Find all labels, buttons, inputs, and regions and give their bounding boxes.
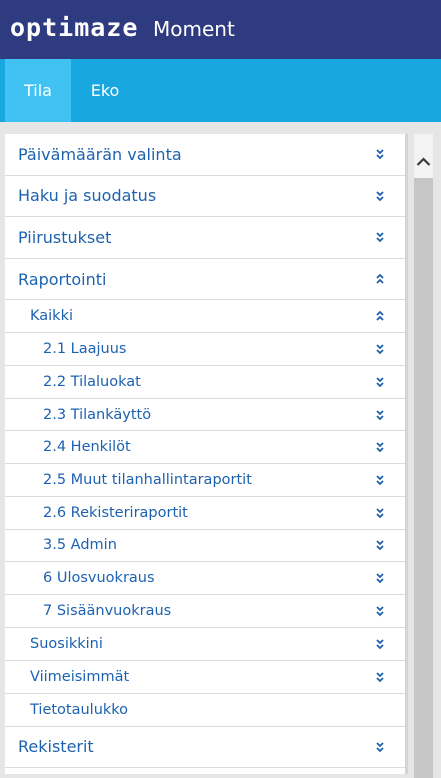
menu-section[interactable]: Rekisterit [5, 727, 405, 769]
menu-item-label: 3.5 Admin [43, 537, 117, 554]
menu-item-label: 2.1 Laajuus [43, 341, 127, 358]
optimaze-logo: optimaze [10, 13, 139, 42]
tab-eko[interactable]: Eko [76, 59, 134, 122]
double-chevron-down-icon[interactable] [374, 464, 386, 496]
menu-subsection[interactable]: Viimeisimmät [5, 661, 405, 694]
menu-item-label: 6 Ulosvuokraus [43, 570, 155, 587]
double-chevron-down-icon[interactable] [374, 217, 386, 258]
menu-section[interactable]: Haku ja suodatus [5, 176, 405, 218]
menu-report-item[interactable]: 3.5 Admin [5, 530, 405, 563]
menu-section[interactable]: Raportointi [5, 259, 405, 301]
double-chevron-down-icon[interactable] [374, 628, 386, 660]
double-chevron-up-icon[interactable] [374, 259, 386, 300]
double-chevron-down-icon[interactable] [374, 176, 386, 217]
menu-item-label: Raportointi [18, 269, 107, 289]
double-chevron-down-icon[interactable] [374, 134, 386, 175]
chevron-up-icon [416, 157, 431, 166]
app-header: optimaze Moment [0, 0, 441, 59]
menu-report-item[interactable]: 2.4 Henkilöt [5, 431, 405, 465]
menu-item-label: Kaikki [30, 308, 73, 325]
menu-item-label: Rekisterit [18, 737, 94, 757]
menu-item-label: Piirustukset [18, 227, 112, 247]
menu-item-label: 2.4 Henkilöt [43, 439, 131, 456]
double-chevron-down-icon[interactable] [374, 661, 386, 693]
menu-item-label: 2.6 Rekisteriraportit [43, 504, 188, 521]
menu-subsection[interactable]: Suosikkini [5, 628, 405, 661]
menu-report-item[interactable]: 2.5 Muut tilanhallintaraportit [5, 464, 405, 497]
menu-report-item[interactable]: 2.6 Rekisteriraportit [5, 497, 405, 530]
tab-tila[interactable]: Tila [5, 59, 71, 122]
scroll-up-button[interactable] [414, 134, 433, 176]
menu-item-label: Tietotaulukko [30, 701, 129, 718]
menu-section[interactable]: Päivämäärän valinta [5, 134, 405, 176]
menu-item-label: 2.2 Tilaluokat [43, 373, 141, 390]
menu-report-item[interactable]: 2.1 Laajuus [5, 333, 405, 367]
double-chevron-down-icon[interactable] [374, 530, 386, 562]
double-chevron-down-icon[interactable] [374, 399, 386, 431]
app-title: Moment [153, 17, 235, 41]
menu-report-item[interactable]: 7 Sisäänvuokraus [5, 595, 405, 628]
double-chevron-down-icon[interactable] [374, 595, 386, 627]
menu-item-label: 7 Sisäänvuokraus [43, 602, 172, 619]
menu-report-item[interactable]: 2.2 Tilaluokat [5, 366, 405, 399]
menu-section[interactable]: Piirustukset [5, 217, 405, 259]
menu-item-label: Haku ja suodatus [18, 186, 157, 206]
tab-bar: Tila Eko [0, 59, 441, 122]
navigation-menu: Päivämäärän valinta Haku ja suodatus Piiru… [5, 134, 405, 774]
menu-subsection[interactable]: Kaikki [5, 300, 405, 334]
double-chevron-down-icon[interactable] [374, 562, 386, 594]
double-chevron-down-icon[interactable] [374, 333, 386, 365]
menu-item-label: 2.3 Tilankäyttö [43, 406, 152, 423]
menu-report-item[interactable]: 6 Ulosvuokraus [5, 562, 405, 595]
menu-subsection[interactable]: Tietotaulukko [5, 694, 405, 727]
double-chevron-down-icon[interactable] [374, 727, 386, 768]
menu-report-item[interactable]: 2.3 Tilankäyttö [5, 399, 405, 432]
menu-item-label: Viimeisimmät [30, 668, 130, 685]
double-chevron-up-icon[interactable] [374, 300, 386, 332]
menu-item-label: Suosikkini [30, 635, 103, 652]
panel-divider [405, 134, 408, 774]
double-chevron-down-icon[interactable] [374, 431, 386, 463]
menu-item-label: 2.5 Muut tilanhallintaraportit [43, 471, 252, 488]
double-chevron-down-icon[interactable] [374, 497, 386, 529]
menu-item-label: Päivämäärän valinta [18, 144, 182, 164]
double-chevron-down-icon[interactable] [374, 366, 386, 398]
scrollbar-thumb[interactable] [414, 178, 433, 778]
scrollbar[interactable] [414, 134, 433, 778]
